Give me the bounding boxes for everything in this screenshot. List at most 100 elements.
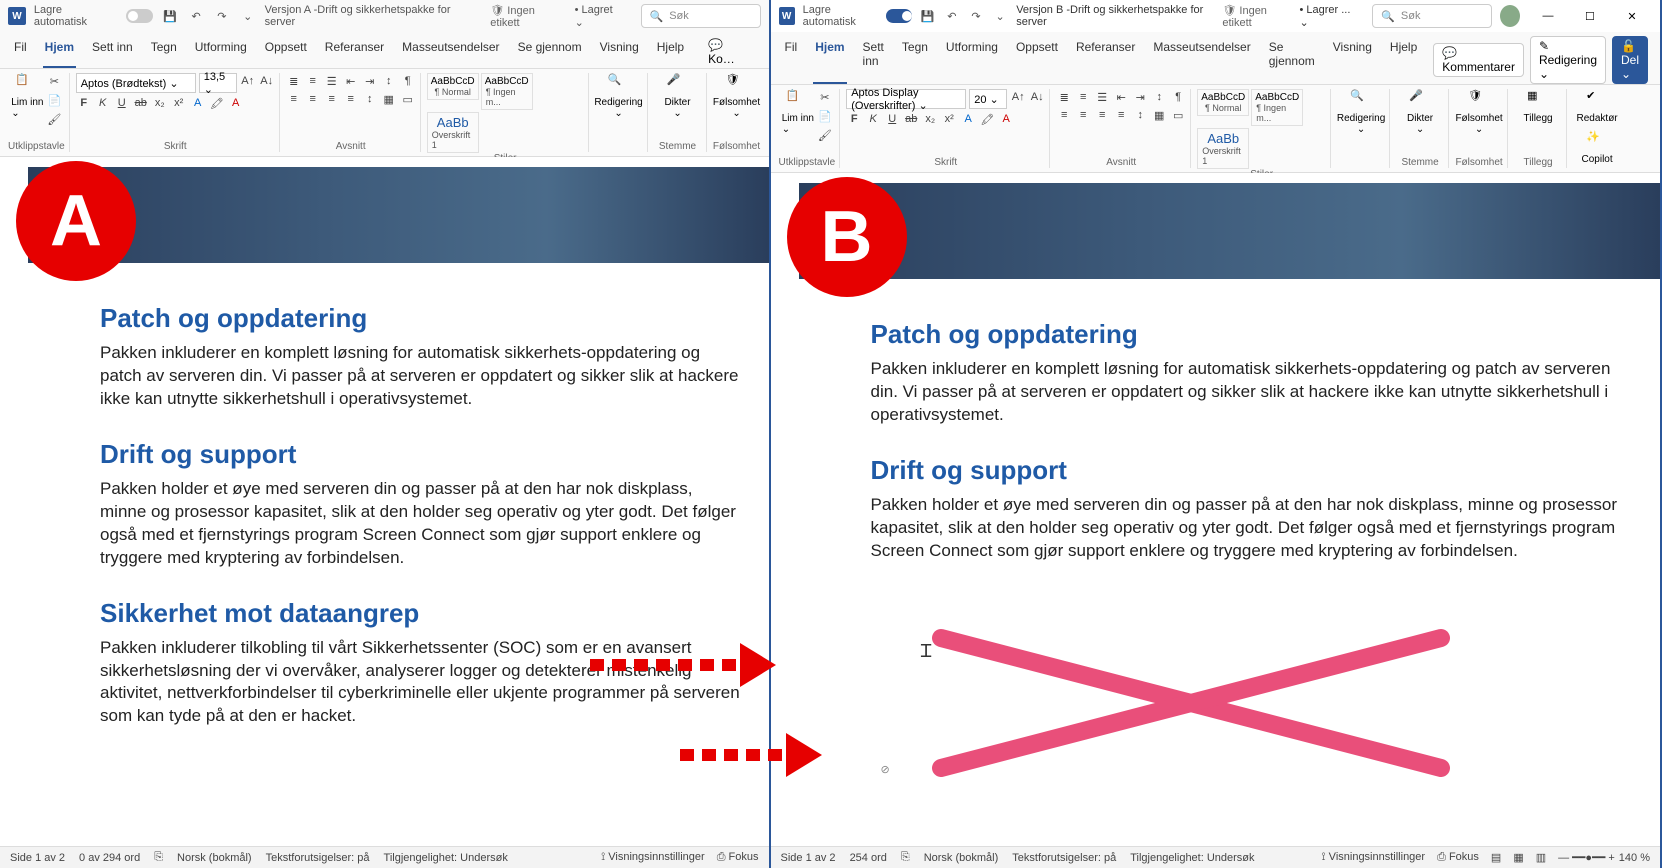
- dictate-button[interactable]: 🎤Dikter⌄: [654, 73, 702, 119]
- bullets-icon[interactable]: ≣: [1056, 89, 1072, 105]
- sort-icon[interactable]: ↕: [1151, 89, 1167, 105]
- tab-hjelp[interactable]: Hjelp: [1388, 36, 1419, 84]
- numbering-icon[interactable]: ≡: [305, 73, 321, 89]
- outdent-icon[interactable]: ⇤: [1113, 89, 1129, 105]
- cut-icon[interactable]: ✂: [46, 73, 62, 89]
- font-name-select[interactable]: Aptos Display (Overskrifter) ⌄: [846, 89, 966, 109]
- grow-font-icon[interactable]: A↑: [240, 73, 256, 89]
- grow-font-icon[interactable]: A↑: [1010, 89, 1026, 105]
- share-button[interactable]: 🔓 Del ⌄: [1612, 36, 1648, 84]
- outdent-icon[interactable]: ⇤: [343, 73, 359, 89]
- autosave-toggle[interactable]: [886, 9, 911, 23]
- tab-tegn[interactable]: Tegn: [900, 36, 930, 84]
- font-color-icon[interactable]: A: [228, 95, 244, 111]
- copy-icon[interactable]: 📄: [817, 108, 833, 124]
- align-left-icon[interactable]: ≡: [1056, 107, 1072, 123]
- format-painter-icon[interactable]: 🖌: [817, 127, 833, 143]
- pilcrow-icon[interactable]: ¶: [1170, 89, 1186, 105]
- status-words[interactable]: 254 ord: [850, 852, 887, 864]
- view-web-icon[interactable]: ▥: [1536, 851, 1546, 864]
- tab-hjem[interactable]: Hjem: [813, 36, 846, 84]
- text-effects-icon[interactable]: A: [190, 95, 206, 111]
- chevron-down-icon[interactable]: ⌄: [992, 7, 1008, 25]
- tab-sett inn[interactable]: Sett inn: [861, 36, 886, 84]
- tab-visning[interactable]: Visning: [1331, 36, 1374, 84]
- align-right-icon[interactable]: ≡: [1094, 107, 1110, 123]
- strike-button[interactable]: ab: [903, 111, 919, 127]
- shrink-font-icon[interactable]: A↓: [259, 73, 275, 89]
- undo-icon[interactable]: ↶: [944, 7, 960, 25]
- search-input[interactable]: 🔍Søk: [1372, 4, 1492, 28]
- redo-icon[interactable]: ↷: [213, 7, 231, 25]
- user-avatar[interactable]: [1500, 5, 1520, 27]
- superscript-button[interactable]: x²: [941, 111, 957, 127]
- editor-button[interactable]: ✔Redaktør: [1573, 89, 1621, 124]
- status-display-settings[interactable]: ⟟ Visningsinnstillinger: [1322, 851, 1426, 864]
- sort-icon[interactable]: ↕: [381, 73, 397, 89]
- font-size-select[interactable]: 13,5 ⌄: [199, 73, 237, 93]
- cut-icon[interactable]: ✂: [817, 89, 833, 105]
- status-accessibility[interactable]: Tilgjengelighet: Undersøk: [384, 852, 508, 864]
- tab-utforming[interactable]: Utforming: [944, 36, 1000, 84]
- shading-icon[interactable]: ▦: [1151, 107, 1167, 123]
- justify-icon[interactable]: ≡: [1113, 107, 1129, 123]
- status-language[interactable]: Norsk (bokmål): [924, 852, 999, 864]
- line-spacing-icon[interactable]: ↕: [362, 91, 378, 107]
- undo-icon[interactable]: ↶: [187, 7, 205, 25]
- superscript-button[interactable]: x²: [171, 95, 187, 111]
- style-heading1[interactable]: AaBbOverskrift 1: [427, 112, 479, 153]
- document-canvas[interactable]: A Patch og oppdatering Pakken inkluderer…: [0, 157, 769, 846]
- italic-button[interactable]: K: [865, 111, 881, 127]
- save-icon[interactable]: 💾: [920, 7, 936, 25]
- indent-icon[interactable]: ⇥: [1132, 89, 1148, 105]
- addins-button[interactable]: ▦Tillegg: [1514, 89, 1562, 124]
- style-normal[interactable]: AaBbCcD¶ Normal: [1197, 89, 1249, 116]
- tab-oppsett[interactable]: Oppsett: [1014, 36, 1060, 84]
- status-spellcheck-icon[interactable]: ⎘: [154, 851, 163, 864]
- dictate-button[interactable]: 🎤Dikter⌄: [1396, 89, 1444, 135]
- strike-button[interactable]: ab: [133, 95, 149, 111]
- paste-button[interactable]: 📋Lim inn⌄: [10, 73, 44, 119]
- align-center-icon[interactable]: ≡: [1075, 107, 1091, 123]
- paste-button[interactable]: 📋Lim inn⌄: [781, 89, 815, 135]
- status-page[interactable]: Side 1 av 2: [10, 852, 65, 864]
- status-language[interactable]: Norsk (bokmål): [177, 852, 252, 864]
- shading-icon[interactable]: ▦: [381, 91, 397, 107]
- tab-hjem[interactable]: Hjem: [43, 36, 76, 68]
- line-spacing-icon[interactable]: ↕: [1132, 107, 1148, 123]
- numbering-icon[interactable]: ≡: [1075, 89, 1091, 105]
- close-button[interactable]: ✕: [1612, 2, 1652, 30]
- tab-fil[interactable]: Fil: [12, 36, 29, 68]
- search-input[interactable]: 🔍Søk: [641, 4, 761, 28]
- sensitivity-label[interactable]: 🛡 Ingen etikett: [490, 4, 566, 29]
- align-left-icon[interactable]: ≡: [286, 91, 302, 107]
- pilcrow-icon[interactable]: ¶: [400, 73, 416, 89]
- tab-sett inn[interactable]: Sett inn: [90, 36, 135, 68]
- status-spellcheck-icon[interactable]: ⎘: [901, 851, 910, 864]
- font-name-select[interactable]: Aptos (Brødtekst) ⌄: [76, 73, 196, 93]
- tab-oppsett[interactable]: Oppsett: [263, 36, 309, 68]
- comments-button[interactable]: 💬 Ko…: [700, 36, 756, 68]
- status-accessibility[interactable]: Tilgjengelighet: Undersøk: [1130, 852, 1254, 864]
- bullets-icon[interactable]: ≣: [286, 73, 302, 89]
- zoom-slider[interactable]: — ━━●━━ + 140 %: [1558, 851, 1650, 864]
- status-predictions[interactable]: Tekstforutsigelser: på: [1012, 852, 1116, 864]
- style-heading1[interactable]: AaBbOverskrift 1: [1197, 128, 1249, 169]
- align-center-icon[interactable]: ≡: [305, 91, 321, 107]
- borders-icon[interactable]: ▭: [1170, 107, 1186, 123]
- borders-icon[interactable]: ▭: [400, 91, 416, 107]
- tab-fil[interactable]: Fil: [783, 36, 800, 84]
- justify-icon[interactable]: ≡: [343, 91, 359, 107]
- document-canvas[interactable]: B Patch og oppdatering Pakken inkluderer…: [771, 173, 1660, 846]
- highlight-icon[interactable]: 🖍: [209, 95, 225, 111]
- text-effects-icon[interactable]: A: [960, 111, 976, 127]
- maximize-button[interactable]: ☐: [1570, 2, 1610, 30]
- status-focus[interactable]: ⎙ Fokus: [1437, 851, 1479, 864]
- italic-button[interactable]: K: [95, 95, 111, 111]
- sensitivity-button[interactable]: 🛡Følsomhet⌄: [713, 73, 761, 119]
- copy-icon[interactable]: 📄: [46, 92, 62, 108]
- tab-visning[interactable]: Visning: [598, 36, 641, 68]
- chevron-down-icon[interactable]: ⌄: [239, 7, 257, 25]
- tab-masseutsendelser[interactable]: Masseutsendelser: [400, 36, 501, 68]
- subscript-button[interactable]: x₂: [152, 95, 168, 111]
